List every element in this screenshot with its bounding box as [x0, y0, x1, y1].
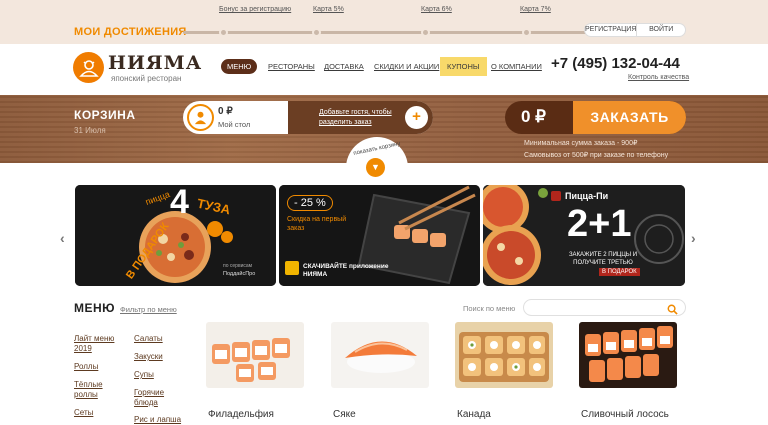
- table-sum: 0 ₽: [218, 106, 233, 117]
- add-guest-link[interactable]: Добавьте гостя, чтобы разделить заказ: [319, 108, 409, 128]
- product-name-creamy-salmon[interactable]: Сливочный лосось: [581, 409, 669, 420]
- brand-name[interactable]: НИЯМА: [108, 52, 202, 74]
- milestone-card-7[interactable]: Карта 7%: [520, 6, 551, 13]
- carousel-prev-button[interactable]: ‹: [60, 230, 65, 246]
- banner-pizzapi-brand: Пицца-Пи: [565, 191, 609, 201]
- phone-number[interactable]: +7 (495) 132-04-44: [551, 55, 680, 72]
- product-image-syake[interactable]: [331, 322, 429, 388]
- product-name-syake[interactable]: Сяке: [333, 409, 356, 420]
- menu-title: МЕНЮ: [74, 301, 116, 315]
- banner-pizzapi-text: ЗАКАЖИТЕ 2 ПИЦЦЫ И ПОЛУЧИТЕ ТРЕТЬЮ: [568, 252, 638, 266]
- banner-pizza-4-partner: ПоддайсПро: [223, 271, 256, 277]
- order-button[interactable]: ЗАКАЗАТЬ: [573, 101, 686, 134]
- banner-app[interactable]: - 25 % Скидка на первый заказ СКАЧИВАЙТЕ…: [279, 185, 480, 286]
- product-image-creamy-salmon[interactable]: [579, 322, 677, 388]
- category-rolls[interactable]: Роллы: [74, 362, 98, 372]
- achievements-title: МОИ ДОСТИЖЕНИЯ: [74, 26, 187, 38]
- cart-title: КОРЗИНА: [74, 108, 136, 122]
- auth-group: РЕГИСТРАЦИЯ ВОЙТИ: [584, 23, 686, 37]
- category-light-menu[interactable]: Лайт меню 2019: [74, 334, 124, 354]
- milestone-dot: [522, 28, 531, 37]
- category-rice-noodles[interactable]: Рис и лапша: [134, 415, 181, 425]
- pickup-note: Самовывоз от 500₽ при заказе по телефону: [524, 152, 669, 159]
- quality-control-link[interactable]: Контроль качества: [628, 74, 689, 81]
- login-button[interactable]: ВОЙТИ: [636, 24, 685, 36]
- menu-filter-link[interactable]: Фильтр по меню: [120, 305, 177, 314]
- logo-icon[interactable]: [73, 52, 104, 83]
- milestone-registration[interactable]: Бонус за регистрацию: [219, 6, 291, 13]
- order-sum: 0 ₽: [521, 107, 546, 126]
- nav-menu[interactable]: МЕНЮ: [221, 59, 258, 74]
- product-name-kanada[interactable]: Канада: [457, 409, 491, 420]
- search-icon[interactable]: [667, 302, 678, 320]
- carousel-next-button[interactable]: ›: [691, 230, 696, 246]
- achievements-bar: МОИ ДОСТИЖЕНИЯ Бонус за регистрацию Карт…: [0, 0, 768, 44]
- category-soups[interactable]: Супы: [134, 370, 154, 380]
- min-order-note: Минимальная сумма заказа - 900₽: [524, 140, 638, 147]
- cart-street: 31 Июля: [74, 126, 106, 135]
- product-name-philadelphia[interactable]: Филадельфия: [208, 409, 274, 420]
- category-starters[interactable]: Закуски: [134, 352, 163, 362]
- milestone-dot: [312, 28, 321, 37]
- nav-about[interactable]: О КОМПАНИИ: [491, 62, 542, 71]
- milestone-card-5[interactable]: Карта 5%: [313, 6, 344, 13]
- category-hot-dishes[interactable]: Горячие блюда: [134, 388, 174, 408]
- milestone-dot: [421, 28, 430, 37]
- nav-restaurants[interactable]: РЕСТОРАНЫ: [268, 62, 315, 71]
- category-salads[interactable]: Салаты: [134, 334, 163, 344]
- table-label: Мой стол: [218, 120, 251, 129]
- banner-app-text: Скидка на первый заказ: [287, 216, 347, 232]
- search-input[interactable]: [523, 299, 686, 316]
- register-button[interactable]: РЕГИСТРАЦИЯ: [585, 24, 636, 36]
- product-image-kanada[interactable]: [455, 322, 553, 388]
- banner-pizzapi-offer: 2+1: [567, 203, 632, 245]
- banner-pizza-4-number: 4: [170, 185, 189, 221]
- user-icon[interactable]: [187, 104, 214, 131]
- banner-pizzapi[interactable]: Пицца-Пи 2+1 ЗАКАЖИТЕ 2 ПИЦЦЫ И ПОЛУЧИТЕ…: [483, 185, 685, 286]
- category-warm-rolls[interactable]: Тёплые роллы: [74, 380, 114, 400]
- milestone-card-6[interactable]: Карта 6%: [421, 6, 452, 13]
- nav-discounts[interactable]: СКИДКИ И АКЦИИ: [374, 62, 439, 71]
- brand-subtitle: японский ресторан: [111, 74, 182, 83]
- chevron-down-icon[interactable]: ▼: [366, 158, 385, 177]
- banner-app-discount: - 25 %: [287, 195, 333, 211]
- banner-app-cta: СКАЧИВАЙТЕ приложение НИЯМА: [303, 263, 389, 278]
- banner-pizzapi-tag: В ПОДАРОК: [599, 268, 640, 276]
- search-label: Поиск по меню: [463, 304, 516, 313]
- product-image-philadelphia[interactable]: [206, 322, 304, 388]
- banner-pizza-4-by: по сервисам: [223, 263, 253, 269]
- add-guest-button[interactable]: +: [405, 106, 428, 129]
- nav-delivery[interactable]: ДОСТАВКА: [324, 62, 364, 71]
- nav-coupons[interactable]: КУПОНЫ: [440, 57, 487, 76]
- banner-pizza-4[interactable]: пицца 4 ТУЗА В ПОДАРОК по сервисам Подда…: [75, 185, 276, 286]
- milestone-dot: [219, 28, 228, 37]
- category-sets[interactable]: Сеты: [74, 408, 93, 418]
